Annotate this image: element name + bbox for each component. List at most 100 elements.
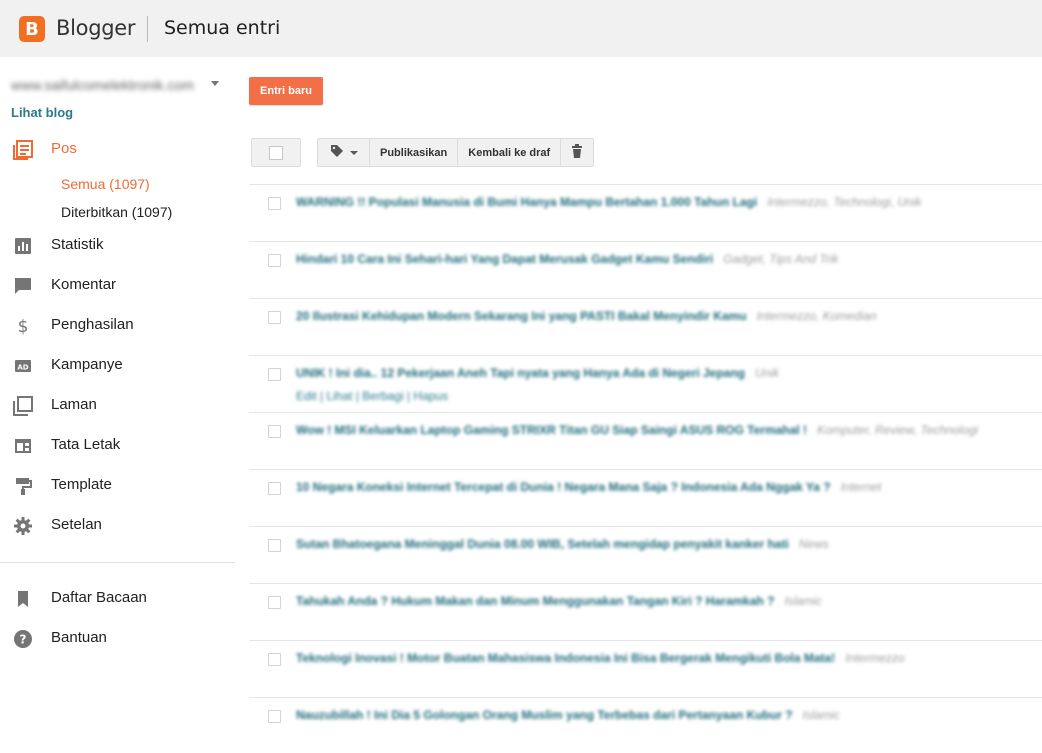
- row-checkbox[interactable]: [268, 653, 281, 666]
- post-title[interactable]: 20 Ilustrasi Kehidupan Modern Sekarang I…: [296, 309, 747, 323]
- post-actions[interactable]: Edit | Lihat | Berbagi | Hapus: [296, 389, 448, 403]
- post-labels: News: [798, 537, 829, 551]
- sidebar-item-daftar-bacaan[interactable]: Daftar Bacaan: [0, 581, 235, 615]
- post-line: Sutan Bhatoegana Meninggal Dunia 08.00 W…: [296, 537, 829, 551]
- row-checkbox[interactable]: [268, 197, 281, 210]
- help-icon: ?: [12, 628, 34, 650]
- post-line: Wow ! MSI Keluarkan Laptop Gaming STRIXR…: [296, 423, 978, 437]
- svg-text:AD: AD: [17, 364, 28, 372]
- sidebar-item-komentar[interactable]: Komentar: [0, 268, 235, 302]
- post-labels: Unik: [755, 366, 780, 380]
- table-row[interactable]: 10 Negara Koneksi Internet Tercepat di D…: [249, 469, 1042, 526]
- new-post-button[interactable]: Entri baru: [249, 77, 323, 105]
- view-blog-link[interactable]: Lihat blog: [11, 105, 73, 120]
- blog-selector-label: www.saifulcomelektronik.com: [11, 77, 194, 93]
- sidebar-subitem-published[interactable]: Diterbitkan (1097): [61, 204, 172, 220]
- post-line: Nauzubillah ! Ini Dia 5 Golongan Orang M…: [296, 708, 840, 722]
- post-labels: Islamic: [784, 594, 822, 608]
- sidebar-item-bantuan[interactable]: ? Bantuan: [0, 621, 235, 655]
- posts-icon: [12, 139, 34, 161]
- post-line: 10 Negara Koneksi Internet Tercepat di D…: [296, 480, 881, 494]
- post-title[interactable]: 10 Negara Koneksi Internet Tercepat di D…: [296, 480, 831, 494]
- table-row[interactable]: Tahukah Anda ? Hukum Makan dan Minum Men…: [249, 583, 1042, 640]
- post-title[interactable]: Nauzubillah ! Ini Dia 5 Golongan Orang M…: [296, 708, 793, 722]
- row-checkbox[interactable]: [268, 596, 281, 609]
- label-button[interactable]: [318, 139, 370, 166]
- trash-icon: [571, 144, 583, 161]
- row-checkbox[interactable]: [268, 368, 281, 381]
- sidebar-item-label: Pos: [51, 140, 77, 157]
- svg-text:$: $: [18, 317, 29, 336]
- post-title[interactable]: UNIK ! Ini dia.. 12 Pekerjaan Aneh Tapi …: [296, 366, 745, 380]
- post-title[interactable]: WARNING !! Populasi Manusia di Bumi Hany…: [296, 195, 757, 209]
- publish-button[interactable]: Publikasikan: [370, 139, 459, 166]
- table-row[interactable]: Teknologi Inovasi ! Motor Buatan Mahasis…: [249, 640, 1042, 697]
- post-labels: Intermezzo, Komedian: [756, 309, 877, 323]
- post-title[interactable]: Hindari 10 Cara Ini Sehari-hari Yang Dap…: [296, 252, 713, 266]
- post-title[interactable]: Teknologi Inovasi ! Motor Buatan Mahasis…: [296, 651, 835, 665]
- post-labels: Islamic: [802, 708, 840, 722]
- sidebar-divider: [0, 562, 235, 563]
- row-checkbox[interactable]: [268, 311, 281, 324]
- svg-text:?: ?: [20, 633, 27, 647]
- ad-icon: AD: [12, 355, 34, 377]
- paint-roller-icon: [12, 475, 34, 497]
- sidebar-item-label: Bantuan: [51, 629, 107, 646]
- sidebar-item-label: Setelan: [51, 516, 102, 533]
- table-row[interactable]: UNIK ! Ini dia.. 12 Pekerjaan Aneh Tapi …: [249, 355, 1042, 412]
- sidebar-item-label: Kampanye: [51, 356, 123, 373]
- sidebar-item-laman[interactable]: Laman: [0, 388, 235, 422]
- revert-to-draft-button[interactable]: Kembali ke draf: [458, 139, 562, 166]
- row-checkbox[interactable]: [268, 254, 281, 267]
- post-title[interactable]: Wow ! MSI Keluarkan Laptop Gaming STRIXR…: [296, 423, 807, 437]
- post-line: Teknologi Inovasi ! Motor Buatan Mahasis…: [296, 651, 905, 665]
- table-row[interactable]: Wow ! MSI Keluarkan Laptop Gaming STRIXR…: [249, 412, 1042, 469]
- sidebar-item-template[interactable]: Template: [0, 468, 235, 502]
- row-checkbox[interactable]: [268, 425, 281, 438]
- sidebar-item-pos[interactable]: Pos: [0, 132, 235, 166]
- chevron-down-icon: [349, 150, 358, 155]
- header-divider: [147, 16, 148, 42]
- post-line: Hindari 10 Cara Ini Sehari-hari Yang Dap…: [296, 252, 839, 266]
- row-checkbox[interactable]: [268, 482, 281, 495]
- sidebar-item-label: Tata Letak: [51, 436, 121, 453]
- table-row[interactable]: Nauzubillah ! Ini Dia 5 Golongan Orang M…: [249, 697, 1042, 753]
- comment-icon: [12, 275, 34, 297]
- blogger-logo-icon[interactable]: B: [19, 16, 45, 42]
- post-line: WARNING !! Populasi Manusia di Bumi Hany…: [296, 195, 922, 209]
- layout-icon: [12, 435, 34, 457]
- chevron-down-icon: [211, 81, 219, 86]
- sidebar-subitem-all[interactable]: Semua (1097): [61, 176, 150, 192]
- gear-icon: [12, 515, 34, 537]
- pages-icon: [12, 395, 34, 417]
- post-title[interactable]: Tahukah Anda ? Hukum Makan dan Minum Men…: [296, 594, 775, 608]
- table-row[interactable]: Sutan Bhatoegana Meninggal Dunia 08.00 W…: [249, 526, 1042, 583]
- row-checkbox[interactable]: [268, 710, 281, 723]
- select-all-checkbox[interactable]: [251, 138, 301, 167]
- sidebar-item-kampanye[interactable]: AD Kampanye: [0, 348, 235, 382]
- post-line: 20 Ilustrasi Kehidupan Modern Sekarang I…: [296, 309, 877, 323]
- sidebar-item-penghasilan[interactable]: $ Penghasilan: [0, 308, 235, 342]
- post-labels: Komputer, Review, Technologi: [816, 423, 978, 437]
- table-row[interactable]: WARNING !! Populasi Manusia di Bumi Hany…: [249, 184, 1042, 241]
- post-title[interactable]: Sutan Bhatoegana Meninggal Dunia 08.00 W…: [296, 537, 789, 551]
- sidebar-item-label: Daftar Bacaan: [51, 589, 147, 606]
- checkbox: [269, 145, 283, 160]
- row-checkbox[interactable]: [268, 539, 281, 552]
- bookmark-icon: [12, 588, 34, 610]
- sidebar-item-label: Statistik: [51, 236, 104, 253]
- sidebar-item-statistik[interactable]: Statistik: [0, 228, 235, 262]
- delete-button[interactable]: [561, 139, 593, 166]
- post-labels: Intermezzo, Technologi, Unik: [767, 195, 922, 209]
- post-toolbar: Publikasikan Kembali ke draf: [317, 138, 595, 167]
- table-row[interactable]: 20 Ilustrasi Kehidupan Modern Sekarang I…: [249, 298, 1042, 355]
- brand-name[interactable]: Blogger: [56, 16, 136, 40]
- sidebar-item-setelan[interactable]: Setelan: [0, 508, 235, 542]
- table-row[interactable]: Hindari 10 Cara Ini Sehari-hari Yang Dap…: [249, 241, 1042, 298]
- blog-selector[interactable]: www.saifulcomelektronik.com: [11, 75, 221, 95]
- sidebar-item-tata-letak[interactable]: Tata Letak: [0, 428, 235, 462]
- sidebar-item-label: Komentar: [51, 276, 117, 293]
- sidebar-item-label: Penghasilan: [51, 316, 134, 333]
- post-labels: Gadget, Tips And Trik: [723, 252, 839, 266]
- sidebar-item-label: Laman: [51, 396, 97, 413]
